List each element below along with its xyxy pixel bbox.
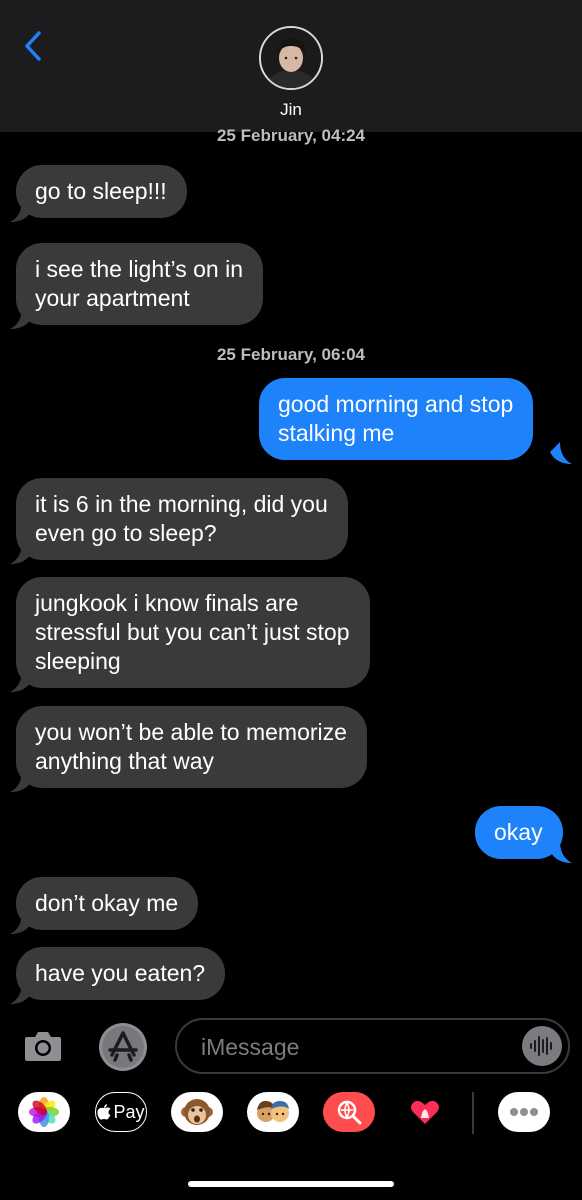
- web-images-icon: [337, 1100, 362, 1125]
- back-button[interactable]: [18, 28, 48, 64]
- animoji-icon: [181, 1099, 213, 1125]
- incoming-message-bubble[interactable]: don’t okay me: [16, 877, 199, 930]
- photos-app-button[interactable]: [18, 1092, 70, 1132]
- app-store-button[interactable]: [98, 1022, 148, 1072]
- bubble-tail: [10, 200, 32, 222]
- incoming-message-bubble[interactable]: jungkook i know finals are stressful but…: [16, 577, 370, 688]
- app-drawer-divider: [472, 1092, 474, 1134]
- chevron-left-icon: [25, 31, 41, 61]
- digital-touch-app-button[interactable]: [399, 1092, 451, 1132]
- conversation-header: Jin: [0, 0, 582, 132]
- bubble-tail: [10, 912, 32, 934]
- contact-name[interactable]: Jin: [0, 100, 582, 120]
- digital-touch-icon: [411, 1100, 439, 1124]
- animoji-app-button[interactable]: [171, 1092, 223, 1132]
- apple-pay-button[interactable]: Pay: [95, 1092, 147, 1132]
- outgoing-message-bubble[interactable]: good morning and stop stalking me: [259, 378, 534, 460]
- bubble-tail: [550, 442, 572, 464]
- apple-pay-label: Pay: [113, 1101, 145, 1122]
- message-placeholder: iMessage: [201, 1034, 300, 1060]
- incoming-message-bubble[interactable]: you won’t be able to memorize anything t…: [16, 706, 367, 788]
- incoming-message-bubble[interactable]: it is 6 in the morning, did you even go …: [16, 478, 348, 560]
- message-input[interactable]: iMessage: [175, 1018, 570, 1074]
- bubble-tail: [10, 542, 32, 564]
- app-store-icon: [99, 1023, 147, 1071]
- bubble-tail: [10, 670, 32, 692]
- timestamp: 25 February, 06:04: [216, 345, 366, 364]
- waveform-icon: [530, 1036, 552, 1056]
- incoming-message-bubble[interactable]: go to sleep!!!: [16, 165, 187, 218]
- incoming-message-bubble[interactable]: have you eaten?: [16, 947, 226, 1000]
- memoji-icon: [257, 1100, 289, 1122]
- camera-icon: [25, 1032, 61, 1061]
- avatar-photo: [261, 28, 321, 88]
- memoji-app-button[interactable]: [247, 1092, 299, 1132]
- compose-bar: iMessage: [0, 1012, 582, 1082]
- bubble-tail: [10, 770, 32, 792]
- home-indicator[interactable]: [188, 1181, 394, 1187]
- bubble-tail: [10, 982, 32, 1004]
- incoming-message-bubble[interactable]: i see the light’s on in your apartment: [16, 243, 263, 325]
- camera-button[interactable]: [22, 1026, 64, 1066]
- more-apps-button[interactable]: [498, 1092, 550, 1132]
- bubble-tail: [10, 307, 32, 329]
- more-apps-icon: [510, 1108, 538, 1116]
- web-images-app-button[interactable]: [323, 1092, 375, 1132]
- app-drawer: Pay: [0, 1088, 582, 1144]
- contact-avatar[interactable]: [259, 26, 323, 90]
- timestamp: 25 February, 04:24: [216, 126, 366, 145]
- audio-message-button[interactable]: [522, 1026, 562, 1066]
- bubble-tail: [550, 841, 572, 863]
- apple-logo-icon: [97, 1104, 111, 1120]
- photos-icon: [29, 1097, 59, 1127]
